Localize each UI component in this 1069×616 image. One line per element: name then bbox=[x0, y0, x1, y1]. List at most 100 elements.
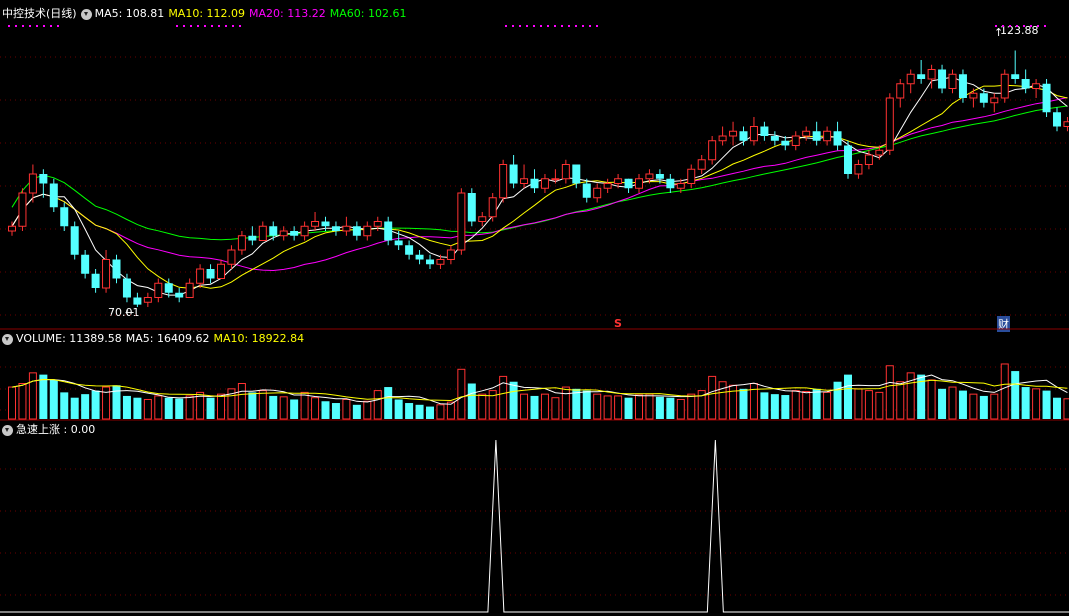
candle-body bbox=[812, 131, 821, 141]
signal-dot bbox=[505, 25, 507, 27]
signal-dot bbox=[1030, 25, 1032, 27]
candle-body bbox=[394, 240, 403, 246]
candle-body bbox=[352, 226, 361, 236]
volume-bar bbox=[614, 395, 623, 420]
candle-body bbox=[102, 259, 111, 289]
signal-dot bbox=[57, 25, 59, 27]
volume-bar bbox=[875, 391, 884, 420]
candle-body bbox=[739, 131, 748, 141]
candle-body bbox=[217, 263, 225, 279]
candle-body bbox=[112, 259, 121, 279]
volume-bar bbox=[823, 391, 832, 420]
candle-body bbox=[708, 140, 717, 161]
signal-dot bbox=[36, 25, 38, 27]
candle-body bbox=[1000, 73, 1009, 99]
candle-body bbox=[781, 140, 790, 146]
signal-dot bbox=[29, 25, 31, 27]
volume-bar bbox=[1063, 398, 1069, 420]
volume-bar bbox=[676, 398, 685, 420]
volume-bar bbox=[509, 381, 518, 419]
candle-body bbox=[1021, 79, 1030, 89]
signal-dot bbox=[22, 25, 24, 27]
candle-body bbox=[91, 273, 100, 288]
candle-body bbox=[624, 178, 633, 189]
volume-bar bbox=[269, 395, 278, 419]
volume-bar bbox=[729, 384, 738, 420]
signal-dot bbox=[512, 25, 514, 27]
candle-body bbox=[582, 183, 591, 198]
candle-body bbox=[948, 73, 957, 89]
candle-body bbox=[802, 130, 811, 137]
volume-bar bbox=[760, 392, 769, 419]
signal-dot bbox=[218, 25, 220, 27]
candle-body bbox=[791, 135, 800, 146]
candle-body bbox=[593, 187, 602, 199]
signal-dot bbox=[1023, 25, 1025, 27]
candle-body bbox=[823, 130, 832, 142]
candle-body bbox=[687, 168, 696, 184]
volume-bar bbox=[122, 395, 131, 419]
candle-body bbox=[655, 174, 664, 179]
candle-body bbox=[185, 282, 194, 298]
candle-body bbox=[311, 221, 320, 227]
candle-body bbox=[969, 92, 978, 99]
candle-body bbox=[467, 193, 476, 222]
candle-body bbox=[979, 93, 988, 103]
volume-bar bbox=[143, 398, 152, 420]
candle-body bbox=[342, 225, 351, 232]
signal-dot bbox=[561, 25, 563, 27]
volume-bar bbox=[938, 388, 947, 419]
candle-body bbox=[958, 74, 967, 98]
volume-bar bbox=[258, 390, 267, 420]
stock-chart: ←↑ bbox=[0, 25, 1069, 613]
candle-body bbox=[1032, 83, 1041, 89]
volume-bar bbox=[687, 393, 696, 420]
high-arrow-glyph: ↑ bbox=[994, 26, 1003, 39]
candle-body bbox=[572, 164, 581, 184]
signal-dot bbox=[50, 25, 52, 27]
candle-body bbox=[488, 197, 497, 218]
signal-dot bbox=[197, 25, 199, 27]
volume-bar bbox=[60, 392, 69, 419]
candle-body bbox=[645, 173, 654, 180]
signal-dot bbox=[596, 25, 598, 27]
volume-bar bbox=[185, 395, 194, 420]
volume-bar bbox=[321, 401, 330, 419]
candle-body bbox=[917, 74, 926, 79]
signal-dot bbox=[239, 25, 241, 27]
volume-bar bbox=[384, 387, 393, 419]
volume-bar bbox=[133, 397, 142, 419]
candle-body bbox=[885, 97, 894, 151]
candle-body bbox=[938, 69, 947, 89]
volume-bar bbox=[91, 390, 100, 419]
volume-bar bbox=[478, 393, 487, 420]
candle-body bbox=[864, 154, 873, 165]
candle-body bbox=[122, 278, 131, 298]
candle-body bbox=[896, 83, 905, 99]
volume-bar bbox=[655, 396, 664, 419]
signal-dot bbox=[519, 25, 521, 27]
volume-bar bbox=[645, 393, 654, 420]
candle-body bbox=[269, 226, 278, 236]
candle-body bbox=[844, 145, 852, 174]
candle-body bbox=[321, 221, 330, 227]
volume-bar bbox=[603, 395, 612, 420]
signal-dot bbox=[183, 25, 185, 27]
candle-body bbox=[39, 174, 48, 184]
volume-bar bbox=[373, 390, 382, 420]
low-arrow-glyph: ← bbox=[125, 306, 134, 319]
candle-body bbox=[614, 178, 623, 184]
candle-body bbox=[237, 235, 246, 251]
signal-line bbox=[0, 439, 1069, 613]
volume-bar bbox=[237, 383, 246, 420]
volume-bar bbox=[394, 399, 403, 419]
candle-body bbox=[300, 225, 309, 237]
candle-body bbox=[520, 178, 529, 184]
volume-bar bbox=[164, 397, 173, 419]
candle-body bbox=[206, 269, 215, 279]
candle-body bbox=[196, 268, 205, 284]
signal-dot bbox=[1016, 25, 1018, 27]
candle-body bbox=[279, 230, 288, 237]
volume-bar bbox=[833, 381, 842, 419]
volume-bar bbox=[342, 398, 351, 420]
